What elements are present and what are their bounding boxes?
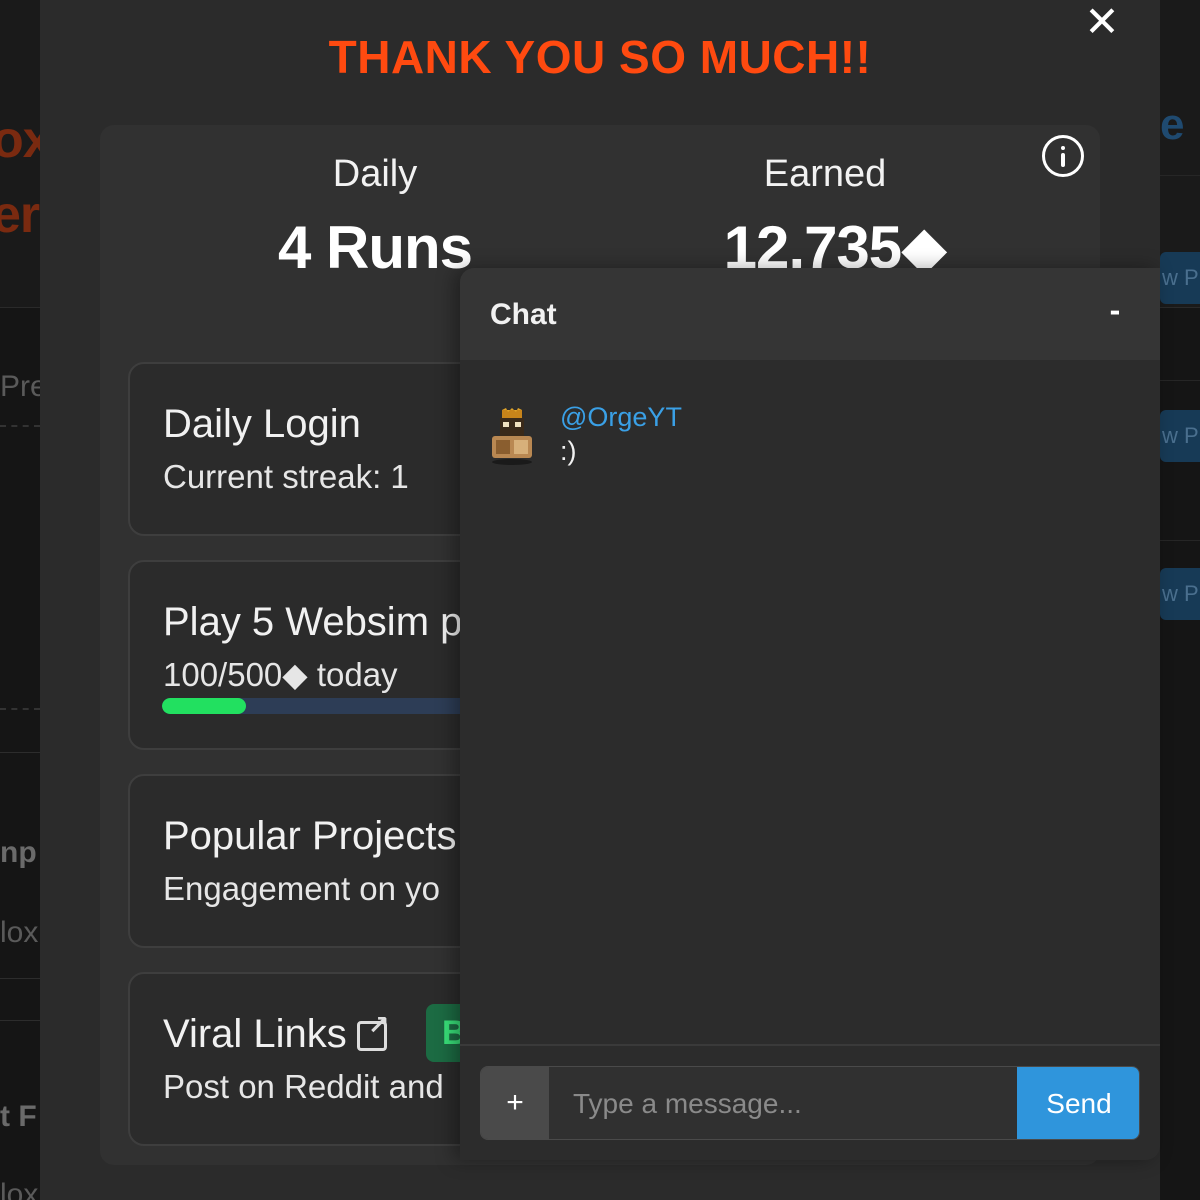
task-subtitle: Engagement on yo bbox=[163, 870, 441, 907]
task-subtitle: Current streak: 1 bbox=[163, 458, 409, 495]
background-divider bbox=[0, 752, 40, 753]
chat-divider bbox=[460, 1044, 1160, 1046]
chat-message: @OrgeYT :) bbox=[486, 398, 1126, 478]
task-title: Viral Links bbox=[163, 1012, 347, 1056]
task-title: Popular Projects bbox=[163, 814, 457, 858]
message-username[interactable]: @OrgeYT bbox=[560, 402, 682, 433]
background-divider bbox=[1160, 175, 1200, 176]
background-view-button: w P bbox=[1160, 568, 1200, 620]
task-title-row: Viral Links bbox=[163, 1010, 390, 1057]
task-title: Daily Login bbox=[163, 402, 361, 446]
avatar-icon[interactable] bbox=[486, 408, 538, 466]
chat-minimize-button[interactable]: - bbox=[1100, 292, 1130, 332]
task-subtitle: Post on Reddit and bbox=[163, 1068, 444, 1105]
daily-label: Daily bbox=[332, 153, 418, 195]
progress-fill bbox=[162, 698, 246, 714]
message-input[interactable] bbox=[549, 1067, 1017, 1139]
background-view-button: w P bbox=[1160, 410, 1200, 462]
background-text-fragment: t F bbox=[0, 1100, 37, 1133]
background-text-fragment: lox bbox=[0, 1178, 39, 1200]
modal-title: THANK YOU SO MUCH!! bbox=[328, 31, 872, 83]
earned-label: Earned bbox=[763, 153, 887, 195]
background-divider bbox=[0, 1020, 40, 1021]
attach-button[interactable]: + bbox=[481, 1067, 549, 1139]
background-divider bbox=[0, 978, 40, 979]
chat-panel: Chat - @OrgeYT :) + Send bbox=[460, 268, 1160, 1160]
background-text-fragment: lox bbox=[0, 916, 39, 949]
task-title: Play 5 Websim p bbox=[163, 600, 463, 644]
close-icon: ✕ bbox=[1084, 0, 1120, 45]
chat-header: Chat - bbox=[460, 268, 1160, 360]
task-subtitle: 100/500◆ today bbox=[163, 656, 398, 693]
background-divider bbox=[1160, 540, 1200, 541]
info-icon[interactable] bbox=[1042, 135, 1084, 177]
background-view-button: w P bbox=[1160, 252, 1200, 304]
chat-title: Chat bbox=[490, 298, 557, 331]
plus-icon: + bbox=[506, 1086, 524, 1119]
chat-input-bar: + Send bbox=[480, 1066, 1140, 1140]
external-link-icon bbox=[356, 1010, 390, 1052]
background-text-fragment: np bbox=[0, 836, 37, 869]
background-divider bbox=[1160, 380, 1200, 381]
background-divider bbox=[0, 425, 40, 427]
background-text-fragment: e bbox=[1160, 100, 1185, 149]
send-button[interactable]: Send bbox=[1017, 1067, 1139, 1139]
background-divider bbox=[0, 708, 40, 710]
close-button[interactable]: ✕ bbox=[1082, 0, 1122, 45]
message-text: :) bbox=[560, 436, 577, 466]
